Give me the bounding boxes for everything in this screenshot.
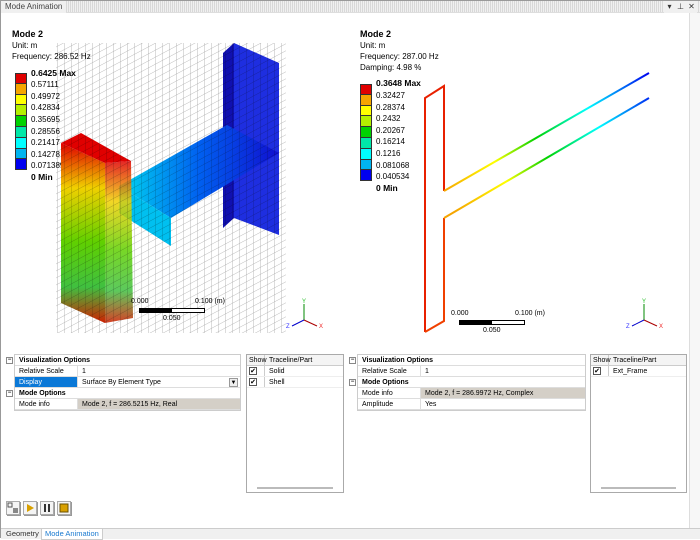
right-part-table: Show Traceline/Part ✔ Ext_Frame [590, 354, 687, 493]
chevron-down-icon[interactable]: ▼ [229, 378, 238, 387]
right-viewport[interactable]: Mode 2 Unit: m Frequency: 287.00 Hz Damp… [349, 13, 689, 348]
part-name: Shell [269, 379, 285, 386]
scale-mid: 0.050 [483, 327, 501, 334]
svg-text:Y: Y [302, 299, 306, 305]
svg-text:Z: Z [626, 324, 630, 330]
right-property-grid: − Visualization Options Relative Scale 1 −… [349, 354, 586, 411]
window-title: Mode Animation [1, 1, 67, 13]
export-icon [7, 502, 18, 513]
relative-scale-row[interactable]: Relative Scale 1 [358, 366, 585, 377]
mode-info-value: Mode 2, f = 286.5215 Hz, Real [78, 399, 240, 409]
collapse-icon[interactable]: − [6, 390, 13, 397]
svg-text:Z: Z [286, 324, 290, 330]
section-header: Mode Options [19, 390, 66, 397]
amplitude-field[interactable]: Yes [421, 399, 585, 409]
vertical-scrollbar[interactable] [689, 13, 700, 528]
pause-button[interactable] [40, 501, 54, 515]
table-row[interactable]: ✔ Shell [247, 377, 343, 388]
col-header[interactable]: Show [247, 355, 267, 365]
prop-label: Mode info [15, 399, 78, 409]
relative-scale-field[interactable]: 1 [421, 366, 585, 376]
scale-bar: 0.000 0.100 (m) 0.050 [451, 310, 545, 334]
scale-start: 0.000 [451, 310, 469, 317]
svg-text:Y: Y [642, 299, 646, 305]
display-row[interactable]: Display Surface By Element Type ▼ [15, 377, 240, 388]
stop-button[interactable] [57, 501, 71, 515]
left-property-grid: − Visualization Options Relative Scale 1 D… [6, 354, 241, 411]
collapse-icon[interactable]: − [349, 379, 356, 386]
mode-info-row: Mode info Mode 2, f = 286.9972 Hz, Comple… [358, 388, 585, 399]
horizontal-scrollbar[interactable] [257, 487, 333, 489]
prop-label: Display [15, 377, 78, 387]
stop-icon [59, 503, 69, 513]
left-part-table: Show Traceline/Part ✔ Solid ✔ Shell [246, 354, 344, 493]
mode-info-row: Mode info Mode 2, f = 286.5215 Hz, Real [15, 399, 240, 410]
display-select[interactable]: Surface By Element Type ▼ [78, 377, 240, 387]
col-header[interactable]: Show [591, 355, 611, 365]
horizontal-scrollbar[interactable] [601, 487, 676, 489]
part-name: Ext_Frame [613, 368, 648, 375]
section-header: Visualization Options [362, 357, 434, 364]
scale-start: 0.000 [131, 298, 149, 305]
section-header: Visualization Options [19, 357, 91, 364]
col-header[interactable]: Traceline/Part [265, 355, 312, 365]
scale-mid: 0.050 [163, 315, 181, 322]
prop-label: Amplitude [358, 399, 421, 409]
prop-label: Mode info [358, 388, 421, 398]
prop-label: Relative Scale [15, 366, 78, 376]
pin-icon[interactable]: ⊥ [675, 1, 686, 13]
axis-triad: Y X Z [626, 299, 663, 330]
title-bar: Mode Animation ▾ ⊥ ✕ [1, 1, 700, 13]
relative-scale-field[interactable]: 1 [78, 366, 240, 376]
scale-bar: 0.000 0.100 (m) 0.050 [131, 298, 225, 322]
show-checkbox[interactable]: ✔ [249, 378, 257, 386]
svg-text:X: X [319, 324, 323, 330]
axis-triad: Y X Z [286, 299, 323, 330]
col-header[interactable]: Traceline/Part [609, 355, 656, 365]
play-button[interactable] [23, 501, 37, 515]
close-icon[interactable]: ✕ [686, 1, 697, 13]
tab-mode-animation[interactable]: Mode Animation [41, 529, 103, 540]
scale-end: 0.100 (m) [195, 298, 225, 305]
play-icon [27, 504, 34, 512]
svg-text:X: X [659, 324, 663, 330]
show-checkbox[interactable]: ✔ [593, 367, 601, 375]
relative-scale-row[interactable]: Relative Scale 1 [15, 366, 240, 377]
left-viewport[interactable]: Mode 2 Unit: m Frequency: 286.52 Hz 0.64… [1, 13, 346, 348]
display-value: Surface By Element Type [82, 379, 161, 386]
table-row[interactable]: ✔ Solid [247, 366, 343, 377]
prop-label: Relative Scale [358, 366, 421, 376]
pause-icon [44, 504, 50, 512]
section-header: Mode Options [362, 379, 409, 386]
bottom-tabs: Geometry Mode Animation [1, 528, 700, 540]
table-row[interactable]: ✔ Ext_Frame [591, 366, 686, 377]
amplitude-row[interactable]: Amplitude Yes [358, 399, 585, 410]
collapse-icon[interactable]: − [349, 357, 356, 364]
show-checkbox[interactable]: ✔ [249, 367, 257, 375]
collapse-icon[interactable]: − [6, 357, 13, 364]
scale-end: 0.100 (m) [515, 310, 545, 317]
dropdown-icon[interactable]: ▾ [664, 1, 675, 13]
mode-info-value: Mode 2, f = 286.9972 Hz, Complex [421, 388, 585, 398]
part-name: Solid [269, 368, 285, 375]
export-button[interactable] [6, 501, 20, 515]
